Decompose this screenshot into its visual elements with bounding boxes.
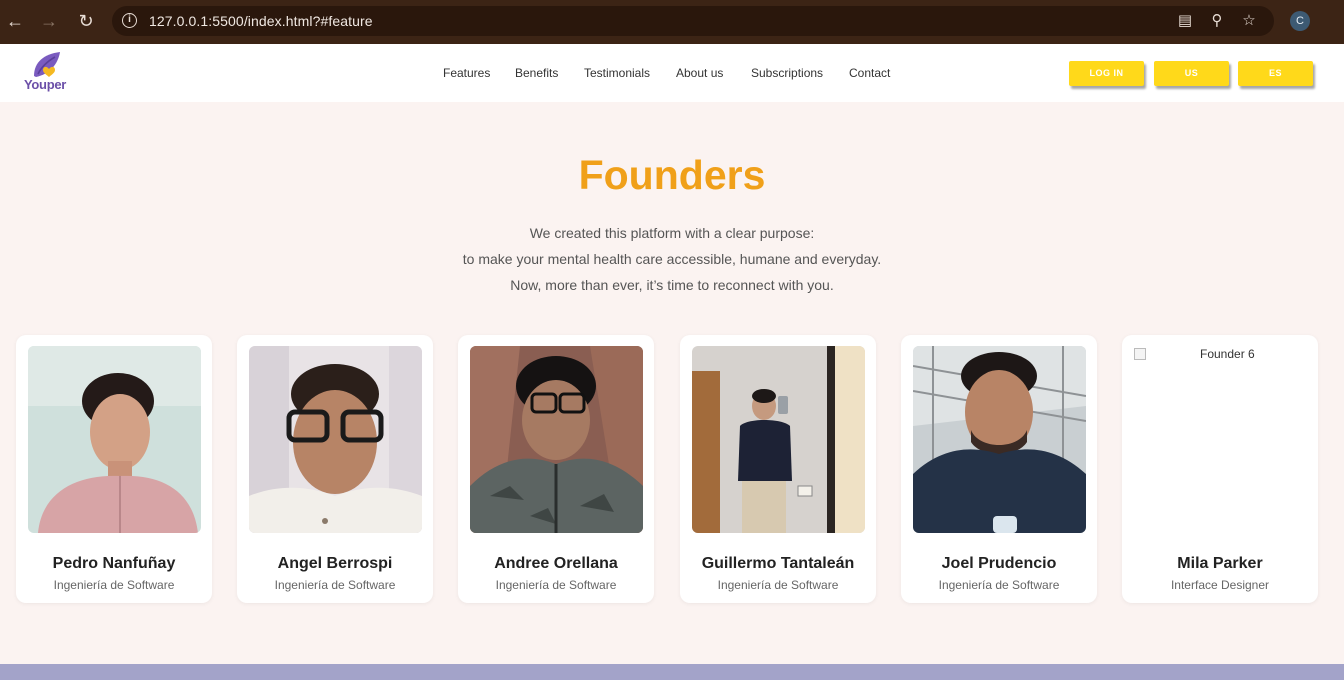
founder-name: Pedro Nanfuñay [52, 555, 176, 572]
founder-photo [249, 346, 422, 533]
next-section-band [0, 664, 1344, 680]
founder-name: Angel Berrospi [277, 555, 393, 572]
founder-role: Ingeniería de Software [717, 578, 839, 592]
founder-photo [470, 346, 643, 533]
founder-name: Andree Orellana [494, 555, 618, 572]
founder-card: Founder 6 Mila Parker Interface Designer [1122, 335, 1318, 603]
broken-image-icon [1134, 348, 1146, 360]
founder-role: Ingeniería de Software [274, 578, 396, 592]
founder-photo [692, 346, 865, 533]
reload-icon[interactable]: ↻ [75, 10, 97, 32]
founder-role: Ingeniería de Software [938, 578, 1060, 592]
zoom-icon[interactable]: ⚲ [1207, 11, 1227, 31]
subtitle-line-3: Now, more than ever, it’s time to reconn… [510, 277, 834, 293]
founder-role: Interface Designer [1170, 578, 1270, 592]
founder-card: Joel Prudencio Ingeniería de Software [901, 335, 1097, 603]
founder-role: Ingeniería de Software [53, 578, 175, 592]
founder-card: Angel Berrospi Ingeniería de Software [237, 335, 433, 603]
nav-features[interactable]: Features [443, 66, 490, 80]
subtitle-line-2: to make your mental health care accessib… [462, 251, 882, 267]
language-us-button[interactable]: US [1154, 61, 1229, 86]
nav-benefits[interactable]: Benefits [515, 66, 558, 80]
image-alt-text: Founder 6 [1200, 347, 1255, 361]
founder-photo [28, 346, 201, 533]
founder-name: Mila Parker [1177, 555, 1263, 572]
founder-photo-broken: Founder 6 [1134, 346, 1307, 533]
page-title: Founders [578, 152, 766, 198]
founder-name: Joel Prudencio [941, 555, 1057, 572]
back-arrow-icon[interactable]: ← [4, 10, 26, 32]
translate-icon[interactable]: ▤ [1175, 11, 1195, 31]
founder-card: Andree Orellana Ingeniería de Software [458, 335, 654, 603]
founder-card: Guillermo Tantaleán Ingeniería de Softwa… [680, 335, 876, 603]
site-info-icon[interactable]: i [122, 13, 137, 28]
nav-testimonials[interactable]: Testimonials [584, 66, 650, 80]
bookmark-star-icon[interactable]: ☆ [1239, 11, 1259, 31]
founder-photo [913, 346, 1086, 533]
address-url[interactable]: 127.0.0.1:5500/index.html?#feature [149, 13, 373, 29]
founder-role: Ingeniería de Software [495, 578, 617, 592]
founder-card: Pedro Nanfuñay Ingeniería de Software [16, 335, 212, 603]
nav-about-us[interactable]: About us [676, 66, 723, 80]
subtitle-line-1: We created this platform with a clear pu… [529, 225, 815, 241]
nav-subscriptions[interactable]: Subscriptions [751, 66, 823, 80]
address-bar[interactable]: i 127.0.0.1:5500/index.html?#feature ▤ ⚲… [112, 6, 1274, 36]
nav-contact[interactable]: Contact [849, 66, 890, 80]
browser-toolbar: ← → ↻ i 127.0.0.1:5500/index.html?#featu… [0, 0, 1344, 44]
language-es-button[interactable]: ES [1238, 61, 1313, 86]
profile-avatar[interactable]: C [1290, 11, 1310, 31]
founder-name: Guillermo Tantaleán [701, 555, 855, 572]
forward-arrow-icon[interactable]: → [38, 10, 60, 32]
login-button[interactable]: LOG IN [1069, 61, 1144, 86]
